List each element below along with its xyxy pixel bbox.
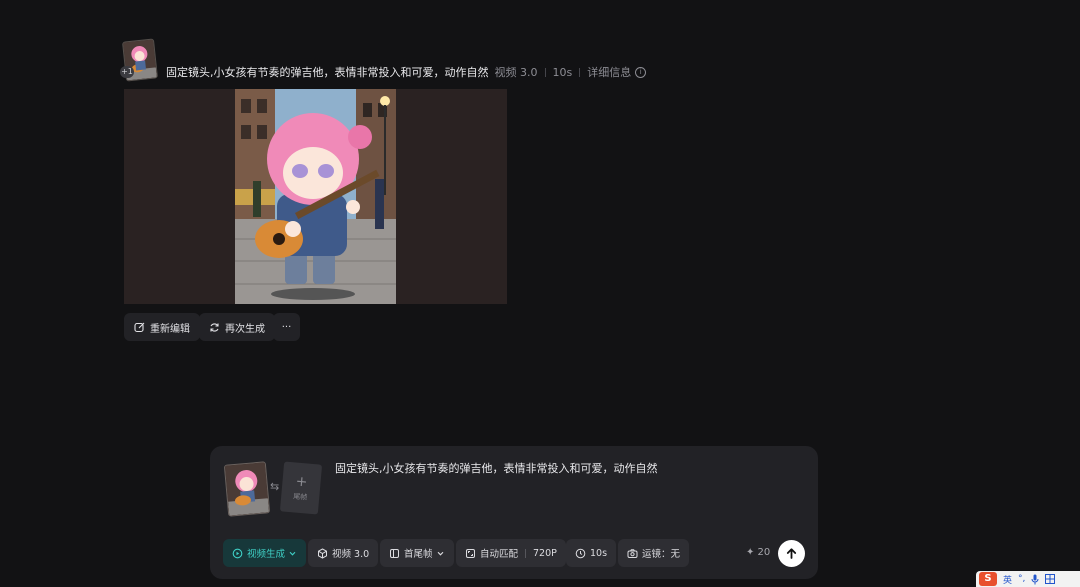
more-options-button[interactable]: ···	[273, 313, 300, 341]
prompt-composer: ⇆ + 尾帧 固定镜头,小女孩有节奏的弹吉他，表情非常投入和可爱，动作自然 视频…	[210, 446, 818, 579]
regenerate-label: 再次生成	[225, 323, 265, 335]
camera-icon	[627, 548, 638, 558]
ime-language[interactable]: 英	[1003, 573, 1012, 586]
ime-toolbar[interactable]: S 英 °,	[976, 571, 1080, 587]
frame-mode-label: 首尾帧	[404, 549, 433, 560]
duration-label: 10s	[590, 547, 608, 559]
camera-motion-select[interactable]: 运镜：无	[618, 539, 690, 567]
re-edit-label: 重新编辑	[150, 323, 190, 335]
divider	[579, 67, 581, 77]
keyboard-icon[interactable]	[1045, 574, 1056, 584]
regenerate-button[interactable]: 再次生成	[199, 313, 275, 341]
model-label: 视频 3.0	[332, 549, 370, 560]
prompt-input[interactable]: 固定镜头,小女孩有节奏的弹吉他，表情非常投入和可爱，动作自然	[335, 460, 658, 476]
arrow-up-icon	[786, 548, 797, 559]
swap-frames-icon[interactable]: ⇆	[270, 480, 279, 493]
chevron-down-icon	[289, 551, 296, 556]
reference-count-badge: +1	[120, 66, 134, 78]
ime-punctuation[interactable]: °,	[1018, 574, 1025, 584]
mode-label: 视频生成	[247, 549, 286, 560]
edit-icon	[134, 322, 145, 332]
divider	[525, 548, 527, 558]
record-header: 固定镜头,小女孩有节奏的弹吉他，表情非常投入和可爱，动作自然 视频 3.0 10…	[166, 64, 647, 80]
add-end-frame-button[interactable]: + 尾帧	[279, 461, 323, 515]
mic-icon[interactable]	[1031, 574, 1039, 585]
ratio-resolution-select[interactable]: 自动匹配 720P	[456, 539, 566, 567]
frame-mode-select[interactable]: 首尾帧	[380, 539, 454, 567]
send-button[interactable]	[778, 540, 805, 567]
frame-icon	[390, 548, 399, 558]
credit-cost: ✦ 20	[746, 547, 771, 558]
first-frame-thumbnail[interactable]	[223, 461, 271, 517]
divider	[544, 67, 546, 77]
end-frame-label: 尾帧	[292, 491, 308, 502]
generated-video[interactable]	[124, 89, 507, 304]
camera-motion-label: 运镜：无	[642, 549, 681, 560]
re-edit-button[interactable]: 重新编辑	[124, 313, 200, 341]
duration-select[interactable]: 10s	[566, 539, 617, 567]
ratio-label: 自动匹配	[480, 549, 519, 560]
ime-logo: S	[979, 572, 997, 586]
video-preview-image	[235, 89, 396, 304]
clock-icon	[575, 548, 586, 558]
record-prompt: 固定镜头,小女孩有节奏的弹吉他，表情非常投入和可爱，动作自然	[166, 66, 489, 79]
record-model: 视频 3.0	[494, 66, 538, 79]
more-icon: ···	[281, 321, 292, 333]
resolution-label: 720P	[533, 547, 557, 559]
mode-select[interactable]: 视频生成	[223, 539, 307, 567]
cube-icon	[318, 547, 327, 559]
details-link[interactable]: 详细信息	[587, 64, 631, 80]
aspect-ratio-icon	[466, 548, 475, 558]
model-select[interactable]: 视频 3.0	[308, 539, 379, 567]
info-icon[interactable]: i	[635, 66, 647, 78]
record-duration: 10s	[552, 65, 573, 79]
refresh-icon	[210, 322, 219, 332]
video-gen-icon	[232, 548, 243, 558]
plus-icon: +	[295, 473, 309, 491]
chevron-down-icon	[437, 551, 443, 556]
